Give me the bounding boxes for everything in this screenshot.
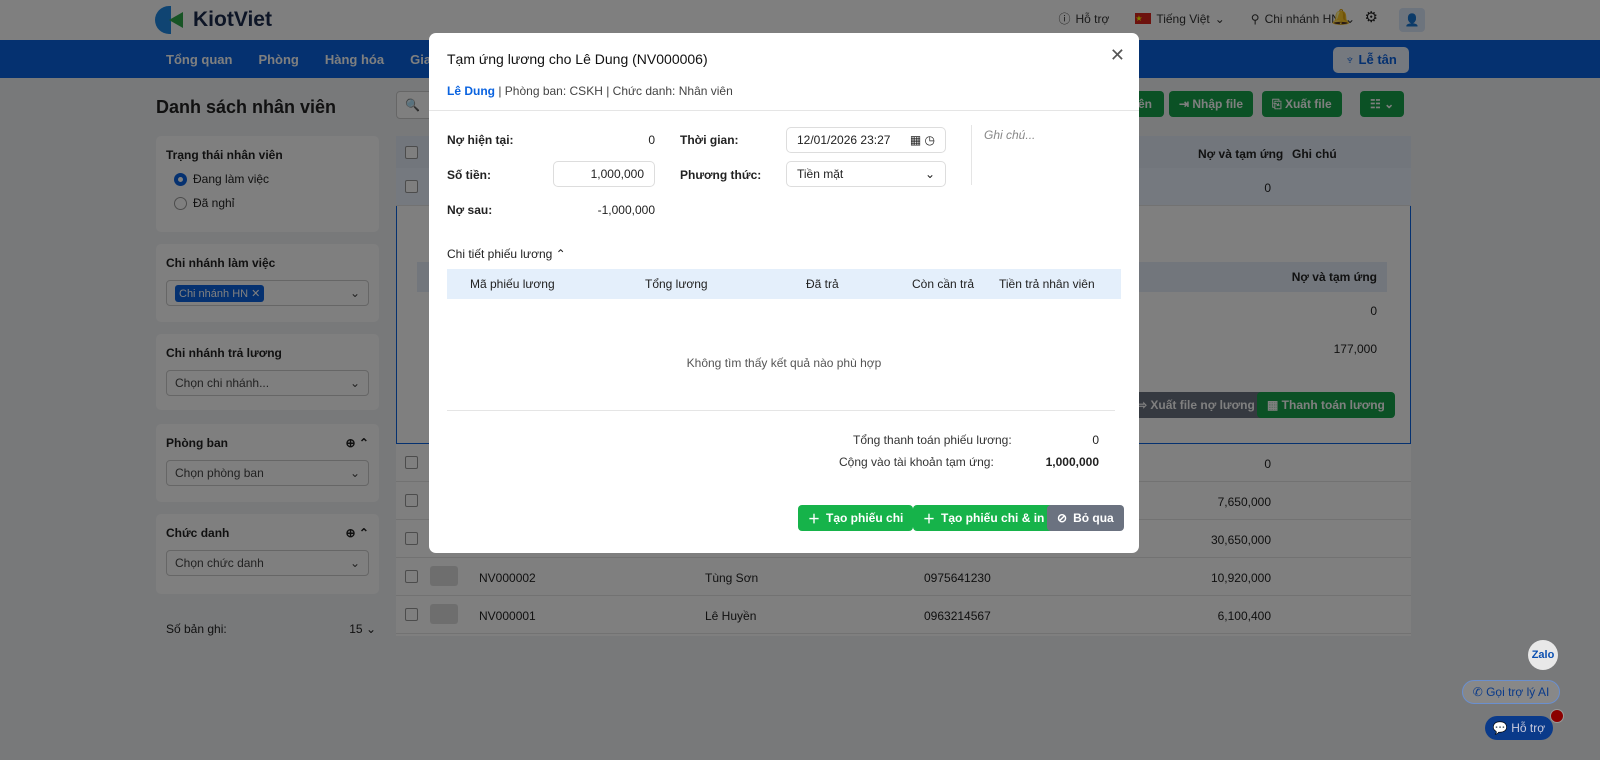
chevron-up-icon: ⌃ (555, 247, 566, 261)
chevron-down-icon: ⌄ (924, 167, 935, 181)
time-value: 12/01/2026 23:27 (797, 133, 891, 147)
employee-name[interactable]: Lê Dung (447, 84, 495, 98)
after-debt-label: Nợ sau: (447, 203, 493, 217)
phone-icon: ✆ (1472, 685, 1487, 699)
cancel-icon: ⊘ (1057, 511, 1068, 525)
note-textarea[interactable]: Ghi chú... (984, 128, 1035, 142)
clock-icon[interactable]: ◷ (925, 133, 935, 147)
col-payslip-code: Mã phiếu lương (470, 277, 555, 291)
divider (429, 110, 1139, 111)
button-label: Bỏ qua (1073, 511, 1114, 525)
toggle-label: Chi tiết phiếu lương (447, 247, 553, 261)
divider (971, 125, 972, 185)
payslip-table-header: Mã phiếu lương Tổng lương Đã trả Còn cần… (447, 269, 1121, 299)
create-print-payment-button[interactable]: ＋ Tạo phiếu chi & in (913, 505, 1055, 531)
advance-label: Cộng vào tài khoản tạm ứng: (839, 455, 994, 469)
button-label: Tạo phiếu chi & in (941, 511, 1045, 525)
after-debt-value: -1,000,000 (597, 203, 655, 217)
button-label: Tạo phiếu chi (826, 511, 904, 525)
col-paid: Đã trả (806, 277, 839, 291)
total-paid-value: 0 (1092, 433, 1099, 447)
current-debt-value: 0 (648, 133, 655, 147)
amount-value: 1,000,000 (590, 167, 644, 181)
ai-label: Gọi trợ lý AI (1486, 685, 1550, 699)
amount-input[interactable]: 1,000,000 (553, 161, 655, 187)
notification-dot (1550, 709, 1564, 723)
zalo-button[interactable]: Zalo (1528, 640, 1558, 670)
chat-icon: 💬 (1492, 721, 1512, 735)
col-pay-employee: Tiền trả nhân viên (999, 277, 1095, 291)
amount-label: Số tiền: (447, 168, 491, 182)
support-chat-label: Hỗ trợ (1511, 721, 1546, 735)
employee-info: Lê Dung | Phòng ban: CSKH | Chức danh: N… (447, 84, 733, 98)
total-paid-label: Tổng thanh toán phiếu lương: (853, 433, 1012, 447)
ai-assistant-button[interactable]: ✆ Gọi trợ lý AI (1462, 680, 1560, 704)
plus-icon: ＋ (923, 511, 936, 526)
col-total-salary: Tổng lương (645, 277, 708, 291)
time-input[interactable]: 12/01/2026 23:27 ▦ ◷ (786, 127, 946, 153)
create-payment-button[interactable]: ＋ Tạo phiếu chi (798, 505, 914, 531)
support-chat-button[interactable]: 💬 Hỗ trợ (1485, 716, 1553, 740)
method-label: Phương thức: (680, 168, 762, 182)
close-icon[interactable]: ✕ (1110, 45, 1125, 66)
cancel-button[interactable]: ⊘ Bỏ qua (1047, 505, 1124, 531)
time-label: Thời gian: (680, 133, 739, 147)
method-value: Tiền mặt (797, 167, 844, 181)
plus-icon: ＋ (808, 511, 821, 526)
employee-department: Phòng ban: CSKH (504, 84, 603, 98)
empty-message: Không tìm thấy kết quả nào phù hợp (686, 356, 882, 370)
advance-value: 1,000,000 (1045, 455, 1099, 469)
payslip-detail-toggle[interactable]: Chi tiết phiếu lương ⌃ (447, 247, 566, 261)
salary-advance-modal: Tạm ứng lương cho Lê Dung (NV000006) ✕ L… (429, 33, 1139, 553)
modal-title: Tạm ứng lương cho Lê Dung (NV000006) (447, 51, 708, 67)
col-remaining: Còn cần trả (912, 277, 975, 291)
employee-position: Chức danh: Nhân viên (612, 84, 733, 98)
current-debt-label: Nợ hiện tại: (447, 133, 514, 147)
divider (447, 410, 1115, 411)
method-select[interactable]: Tiền mặt ⌄ (786, 161, 946, 187)
calendar-icon[interactable]: ▦ (910, 133, 921, 147)
